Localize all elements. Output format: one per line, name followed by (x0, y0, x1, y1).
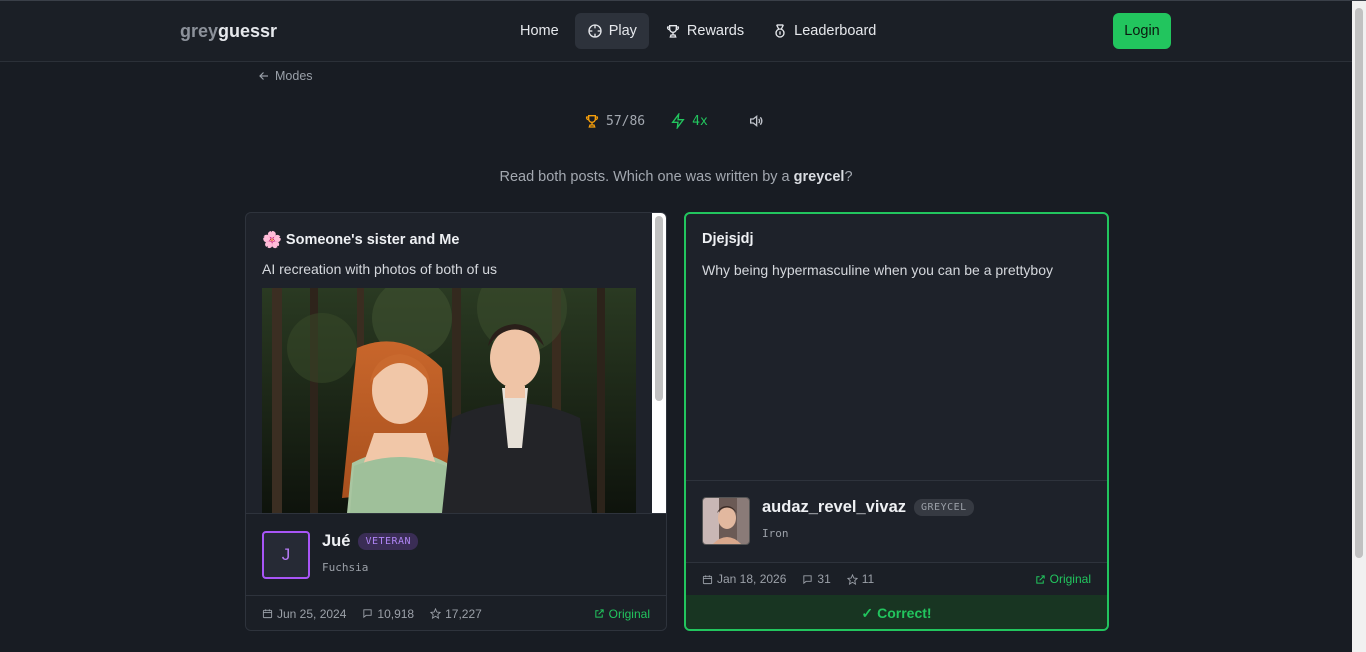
star-icon (846, 573, 858, 585)
post-comments: 31 (802, 572, 831, 586)
post-card-left[interactable]: 🌸 Someone's sister and Me AI recreation … (245, 212, 667, 631)
avatar: J (262, 531, 310, 579)
post-stars-count: 17,227 (445, 606, 482, 621)
nav-play-label: Play (608, 23, 637, 39)
author-section-left: J Jué VETERAN Fuchsia (246, 513, 666, 595)
app-logo[interactable]: greyguessr (180, 21, 277, 42)
nav-leaderboard[interactable]: Leaderboard (760, 13, 888, 49)
back-to-modes-link[interactable]: Modes (258, 69, 313, 83)
greycel-badge: GREYCEL (914, 499, 974, 516)
post-title-left: 🌸 Someone's sister and Me (262, 230, 459, 250)
logo-guessr-text: guessr (218, 21, 278, 41)
avatar (702, 497, 750, 545)
streak-stat: 4x (670, 113, 708, 129)
post-title-right-text: Djejsjdj (702, 231, 754, 247)
post-date-text: Jun 25, 2024 (277, 606, 347, 621)
original-link-label: Original (608, 606, 650, 621)
result-text: Correct! (877, 605, 932, 621)
author-name: Jué (322, 532, 351, 550)
original-link[interactable]: Original (1035, 572, 1091, 586)
post-content-left: 🌸 Someone's sister and Me AI recreation … (246, 213, 652, 513)
author-name-row: audaz_revel_vivaz GREYCEL (762, 498, 974, 517)
post-date: Jan 18, 2026 (702, 572, 786, 586)
external-link-icon (594, 609, 604, 618)
streak-value: 4x (692, 113, 708, 129)
star-icon (430, 608, 442, 619)
post-meta-left: Jun 25, 2024 10,918 17,227 Original (246, 595, 666, 630)
post-date-text: Jan 18, 2026 (717, 572, 787, 586)
post-comments: 10,918 (362, 607, 414, 621)
nav-links: Home Play Rewards Leaderboard (508, 13, 888, 49)
post-meta-right: Jan 18, 2026 31 11 Original (686, 562, 1107, 595)
speaker-icon (749, 114, 763, 128)
score-value: 57/86 (606, 113, 646, 129)
prompt-text-before: Read both posts. Which one was written b… (499, 169, 794, 185)
nav-leaderboard-label: Leaderboard (794, 23, 877, 39)
score-stat: 57/86 (584, 113, 645, 129)
trophy-icon (666, 25, 679, 38)
post-stars: 17,227 (430, 607, 482, 621)
flower-emoji: 🌸 (262, 232, 282, 249)
lightning-icon (671, 113, 685, 129)
prompt-emphasis: greycel (793, 169, 845, 185)
nav-rewards-label: Rewards (686, 23, 745, 39)
sound-toggle[interactable] (748, 113, 764, 129)
author-name-row: Jué VETERAN (322, 532, 419, 551)
correct-result-banner: ✓ Correct! (686, 595, 1107, 629)
trophy-icon (585, 115, 599, 128)
author-rank: Iron (762, 527, 789, 540)
navbar: greyguessr Home Play Rewards Leaderboard… (0, 1, 1352, 62)
nav-rewards[interactable]: Rewards (653, 13, 756, 49)
login-button[interactable]: Login (1113, 13, 1171, 49)
post-comments-count: 10,918 (377, 606, 415, 621)
external-link-icon (1035, 574, 1045, 584)
post-title-right: Djejsjdj (702, 231, 754, 247)
original-link[interactable]: Original (594, 607, 650, 621)
author-name: audaz_revel_vivaz (762, 498, 907, 516)
veteran-badge: VETERAN (358, 533, 419, 550)
back-link-label: Modes (275, 69, 313, 83)
original-link-label: Original (1049, 572, 1091, 586)
author-rank: Fuchsia (322, 561, 369, 574)
post-body-right: Why being hypermasculine when you can be… (702, 262, 1053, 278)
post-stars-count: 11 (861, 572, 875, 586)
crosshair-icon (588, 24, 602, 38)
game-stats: 57/86 4x (584, 113, 764, 129)
post-image (262, 288, 636, 513)
author-section-right: audaz_revel_vivaz GREYCEL Iron (686, 480, 1107, 562)
medal-icon (775, 24, 785, 38)
post-date: Jun 25, 2024 (262, 607, 346, 621)
comment-icon (803, 574, 813, 584)
post-scrollbar-thumb[interactable] (655, 216, 663, 401)
game-prompt: Read both posts. Which one was written b… (0, 169, 1352, 185)
post-comments-count: 31 (817, 572, 831, 586)
post-title-left-text: Someone's sister and Me (285, 232, 460, 248)
calendar-icon (702, 574, 713, 584)
nav-play[interactable]: Play (574, 13, 649, 49)
comment-icon (363, 609, 373, 619)
post-body-left: AI recreation with photos of both of us (262, 261, 498, 277)
post-stars: 11 (846, 572, 875, 586)
prompt-text-after: ? (844, 169, 853, 185)
post-card-right[interactable]: Djejsjdj Why being hypermasculine when y… (684, 212, 1109, 631)
check-icon: ✓ (861, 604, 874, 621)
logo-grey-text: grey (180, 21, 219, 41)
nav-home[interactable]: Home (508, 13, 571, 49)
page-scrollbar-thumb[interactable] (1355, 8, 1363, 558)
nav-home-label: Home (520, 23, 559, 39)
calendar-icon (262, 609, 273, 619)
arrow-left-icon (259, 72, 268, 80)
